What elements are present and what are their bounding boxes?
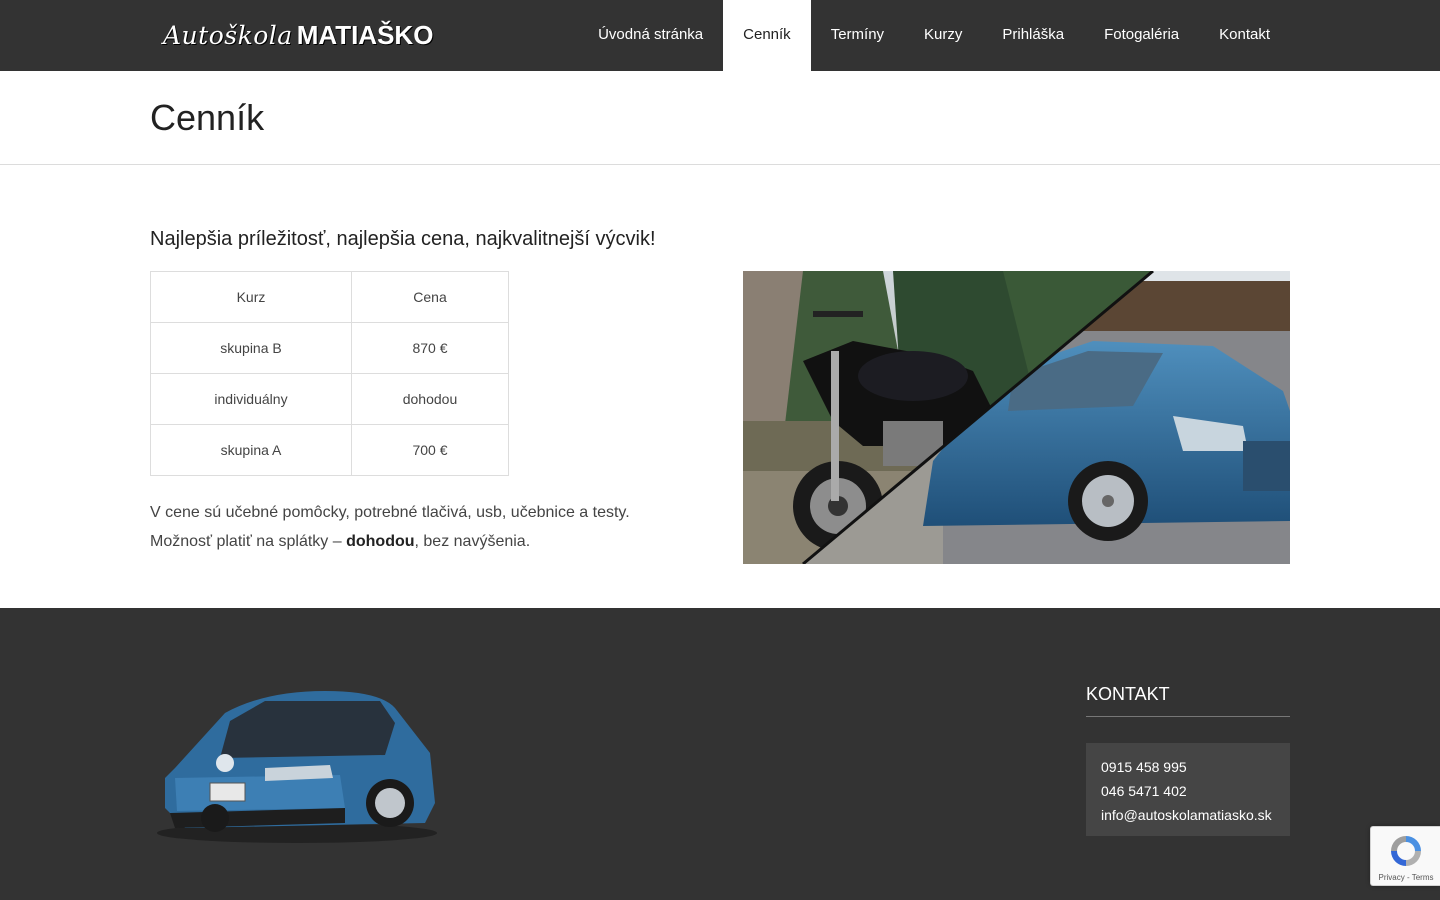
note-text: , bez navýšenia.	[414, 533, 531, 550]
site-header: Autoškola MATIAŠKO Úvodná stránka Cenník…	[0, 0, 1440, 71]
page-title: Cenník	[150, 97, 265, 138]
contact-phone-mobile[interactable]: 0915 458 995	[1101, 755, 1275, 779]
table-row: individuálny dohodou	[150, 373, 509, 425]
price-note-included: V cene sú učebné pomôcky, potrebné tlači…	[150, 504, 630, 521]
table-header-row: Kurz Cena	[150, 271, 509, 323]
contact-phone-landline[interactable]: 046 5471 402	[1101, 779, 1275, 803]
nav-item-contact[interactable]: Kontakt	[1199, 0, 1290, 71]
nav-item-home[interactable]: Úvodná stránka	[578, 0, 723, 71]
table-row: skupina B 870 €	[150, 322, 509, 374]
footer-contact-divider	[1086, 716, 1290, 717]
table-cell: dohodou	[351, 373, 509, 425]
price-table: Kurz Cena skupina B 870 € individuálny d…	[150, 271, 509, 476]
recaptcha-icon	[1391, 836, 1421, 866]
table-cell: individuálny	[150, 373, 352, 425]
footer-car-image	[155, 683, 440, 848]
car-illustration	[157, 691, 437, 843]
site-footer: KONTAKT 0915 458 995 046 5471 402 info@a…	[0, 608, 1440, 900]
nav-item-pricing[interactable]: Cenník	[723, 0, 811, 71]
table-cell: 700 €	[351, 424, 509, 476]
table-header-cell: Cena	[351, 271, 509, 323]
contact-email-link[interactable]: info@autoskolamatiasko.sk	[1101, 803, 1275, 827]
pricing-subheading: Najlepšia príležitosť, najlepšia cena, n…	[150, 228, 656, 250]
title-band: Cenník	[0, 71, 1440, 165]
note-bold-text: dohodou	[346, 533, 415, 550]
note-text: Možnosť platiť na splátky –	[150, 533, 347, 550]
table-cell: skupina B	[150, 322, 352, 374]
nav-item-courses[interactable]: Kurzy	[904, 0, 982, 71]
nav-item-dates[interactable]: Termíny	[811, 0, 904, 71]
nav-item-application[interactable]: Prihláška	[982, 0, 1084, 71]
recaptcha-privacy-terms-links[interactable]: Privacy - Terms	[1371, 873, 1440, 882]
motorcycle-car-photo	[743, 271, 1290, 564]
nav-item-gallery[interactable]: Fotogaléria	[1084, 0, 1199, 71]
logo-bold-text: MATIAŠKO	[296, 20, 434, 50]
main-nav: Úvodná stránka Cenník Termíny Kurzy Prih…	[578, 0, 1290, 71]
footer-contact-title: KONTAKT	[1086, 684, 1170, 704]
table-cell: skupina A	[150, 424, 352, 476]
logo-script-text: Autoškola	[163, 21, 293, 50]
recaptcha-badge[interactable]: Privacy - Terms	[1370, 826, 1440, 886]
site-logo[interactable]: Autoškola MATIAŠKO	[163, 20, 433, 54]
footer-contact-box: 0915 458 995 046 5471 402 info@autoskola…	[1086, 743, 1290, 836]
motorcycle-car-photo-graphic	[743, 271, 1290, 564]
table-header-cell: Kurz	[150, 271, 352, 323]
table-cell: 870 €	[351, 322, 509, 374]
table-row: skupina A 700 €	[150, 424, 509, 476]
price-note-installments: Možnosť platiť na splátky – dohodou, bez…	[150, 533, 530, 551]
